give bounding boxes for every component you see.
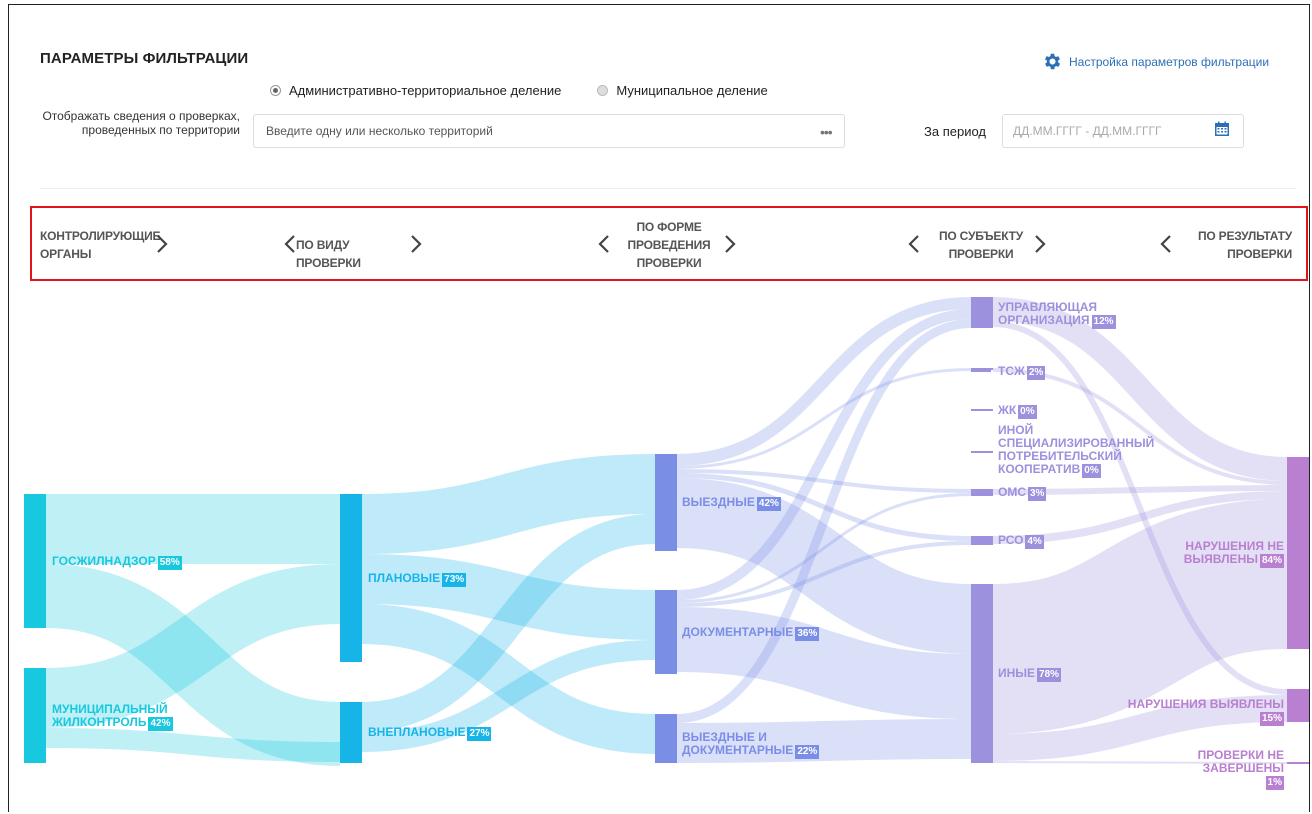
chevron-right-icon[interactable]	[724, 234, 736, 254]
sankey-pct-badge: 42%	[148, 717, 173, 731]
sankey-pct-badge: 84%	[1259, 554, 1284, 568]
step-label-check-subject: ПО СУБЪЕКТУ ПРОВЕРКИ	[938, 229, 1024, 261]
sankey-pct-badge: 78%	[1037, 668, 1062, 682]
step-label-check-form: ПО ФОРМЕ ПРОВЕДЕНИЯ ПРОВЕРКИ	[627, 220, 711, 270]
sankey-label-text: РСО	[998, 533, 1024, 547]
sankey-pct-badge: 15%	[1259, 712, 1284, 726]
sankey-label-gos[interactable]: ГОСЖИЛНАДЗОР 58%	[52, 555, 252, 570]
territory-picker-button[interactable]: •••	[820, 124, 833, 140]
sankey-label-rso[interactable]: РСО 4%	[998, 534, 1148, 549]
gear-icon	[1044, 53, 1061, 70]
sankey-node-vyyav[interactable]	[1287, 689, 1309, 722]
sankey-label-text: ВНЕПЛАНОВЫЕ	[368, 725, 466, 739]
filter-settings-link[interactable]: Настройка параметров фильтрации	[1042, 51, 1269, 72]
sankey-label-tszh[interactable]: ТСЖ 2%	[998, 365, 1148, 380]
chevron-left-icon[interactable]	[908, 234, 920, 254]
sankey-pct-badge: 42%	[756, 497, 781, 511]
settings-link-label[interactable]: Настройка параметров фильтрации	[1069, 55, 1269, 69]
chevron-right-icon[interactable]	[1034, 234, 1046, 254]
sankey-node-vyezd[interactable]	[655, 454, 677, 551]
sankey-label-ne_vyyav[interactable]: НАРУШЕНИЯ НЕ ВЫЯВЛЕНЫ 84%	[1154, 540, 1284, 568]
sankey-label-text: ОМС	[998, 485, 1026, 499]
sankey-node-uo[interactable]	[971, 297, 993, 328]
sankey-label-dok[interactable]: ДОКУМЕНТАРНЫЕ 36%	[682, 626, 882, 641]
sankey-node-ne_vyyav[interactable]	[1287, 457, 1309, 649]
sankey-pct-badge: 0%	[1018, 405, 1037, 419]
sankey-node-nezav[interactable]	[1287, 762, 1309, 764]
sankey-label-zhk[interactable]: ЖК 0%	[998, 404, 1148, 419]
sankey-label-text: ДОКУМЕНТАРНЫЕ	[682, 625, 794, 639]
sankey-pct-badge: 4%	[1025, 535, 1044, 549]
section-divider	[40, 188, 1296, 189]
radio-municipal-label: Муниципальное деление	[616, 83, 768, 98]
chevron-left-icon[interactable]	[1160, 234, 1172, 254]
sankey-label-uo[interactable]: УПРАВЛЯЮЩАЯ ОРГАНИЗАЦИЯ 12%	[998, 301, 1178, 329]
sankey-node-vnepl[interactable]	[340, 702, 362, 763]
sankey-label-mun[interactable]: МУНИЦИПАЛЬНЫЙ ЖИЛКОНТРОЛЬ 42%	[52, 703, 212, 731]
sankey-pct-badge: 22%	[795, 745, 820, 759]
sankey-pct-badge: 12%	[1091, 315, 1116, 329]
sankey-label-vyezddok[interactable]: ВЫЕЗДНЫЕ И ДОКУМЕНТАРНЫЕ 22%	[682, 731, 842, 759]
sankey-label-vyyav[interactable]: НАРУШЕНИЯ ВЫЯВЛЕНЫ15%	[1114, 698, 1284, 726]
sankey-label-nezav[interactable]: ПРОВЕРКИ НЕ ЗАВЕРШЕНЫ1%	[1184, 749, 1284, 790]
territory-label: Отображать сведения о проверках, проведе…	[42, 109, 240, 137]
radio-municipal-division[interactable]: Муниципальное деление	[597, 83, 768, 98]
sankey-label-vyezd[interactable]: ВЫЕЗДНЫЕ 42%	[682, 496, 882, 511]
sankey-label-plan[interactable]: ПЛАНОВЫЕ 73%	[368, 572, 568, 587]
sankey-pct-badge: 0%	[1082, 464, 1101, 478]
radio-selected-icon[interactable]	[270, 85, 281, 96]
sankey-label-text: ИНОЙ СПЕЦИАЛИЗИРОВАННЫЙ ПОТРЕБИТЕЛЬСКИЙ …	[998, 423, 1155, 476]
step-label-check-type: ПО ВИДУ ПРОВЕРКИ	[296, 238, 361, 270]
sankey-label-text: ВЫЕЗДНЫЕ И ДОКУМЕНТАРНЫЕ	[682, 730, 794, 757]
period-label: За период	[924, 124, 986, 139]
calendar-icon[interactable]	[1214, 121, 1230, 137]
step-label-check-result: ПО РЕЗУЛЬТАТУ ПРОВЕРКИ	[1197, 229, 1292, 261]
sankey-pct-badge: 27%	[467, 727, 492, 741]
division-radio-group: Административно-территориальное деление …	[270, 83, 768, 98]
sankey-label-text: ВЫЕЗДНЫЕ	[682, 495, 755, 509]
sankey-node-dok[interactable]	[655, 590, 677, 674]
sankey-steps-bar: КОНТРОЛИРУЮЩИЕ ОРГАНЫ ПО ВИДУ ПРОВЕРКИ П…	[30, 206, 1308, 281]
sankey-link[interactable]	[361, 454, 656, 554]
sankey-pct-badge: 36%	[795, 627, 820, 641]
sankey-node-plan[interactable]	[340, 494, 362, 662]
sankey-label-text: НАРУШЕНИЯ ВЫЯВЛЕНЫ	[1127, 697, 1284, 711]
radio-unselected-icon[interactable]	[597, 85, 609, 96]
sankey-label-text: ПЛАНОВЫЕ	[368, 571, 441, 585]
sankey-label-text: ИНЫЕ	[998, 666, 1036, 680]
sankey-node-inye[interactable]	[971, 584, 993, 763]
sankey-label-text: УПРАВЛЯЮЩАЯ ОРГАНИЗАЦИЯ	[998, 300, 1098, 327]
sankey-label-vnepl[interactable]: ВНЕПЛАНОВЫЕ 27%	[368, 726, 568, 741]
sankey-pct-badge: 1%	[1265, 776, 1284, 790]
sankey-label-text: ГОСЖИЛНАДЗОР	[52, 554, 156, 568]
chevron-left-icon[interactable]	[598, 234, 610, 254]
territory-input[interactable]: Введите одну или несколько территорий	[253, 114, 845, 148]
sankey-label-isk[interactable]: ИНОЙ СПЕЦИАЛИЗИРОВАННЫЙ ПОТРЕБИТЕЛЬСКИЙ …	[998, 424, 1168, 478]
radio-admin-division[interactable]: Административно-территориальное деление	[270, 83, 561, 98]
sankey-pct-badge: 2%	[1026, 366, 1046, 380]
sankey-pct-badge: 73%	[442, 573, 467, 587]
period-input[interactable]: ДД.ММ.ГГГГ - ДД.ММ.ГГГГ	[1002, 114, 1244, 148]
sankey-pct-badge: 58%	[157, 556, 182, 570]
sankey-node-vyezddok[interactable]	[655, 714, 677, 763]
chevron-right-icon[interactable]	[156, 234, 168, 254]
filter-title: ПАРАМЕТРЫ ФИЛЬТРАЦИИ	[40, 50, 249, 67]
sankey-link[interactable]	[991, 499, 1289, 734]
sankey-label-text: ЖК	[998, 403, 1017, 417]
sankey-label-oms[interactable]: ОМС 3%	[998, 486, 1148, 501]
radio-admin-label: Административно-территориальное деление	[289, 83, 562, 98]
sankey-node-mun[interactable]	[24, 668, 46, 763]
sankey-label-text: ТСЖ	[998, 364, 1025, 378]
step-label-control-bodies: КОНТРОЛИРУЮЩИЕ ОРГАНЫ	[40, 229, 161, 261]
chevron-left-icon[interactable]	[284, 234, 296, 254]
sankey-node-gos[interactable]	[24, 494, 46, 628]
sankey-label-text: ПРОВЕРКИ НЕ ЗАВЕРШЕНЫ	[1197, 748, 1284, 775]
sankey-label-inye[interactable]: ИНЫЕ 78%	[998, 667, 1148, 682]
chevron-right-icon[interactable]	[410, 234, 422, 254]
sankey-pct-badge: 3%	[1028, 487, 1047, 501]
